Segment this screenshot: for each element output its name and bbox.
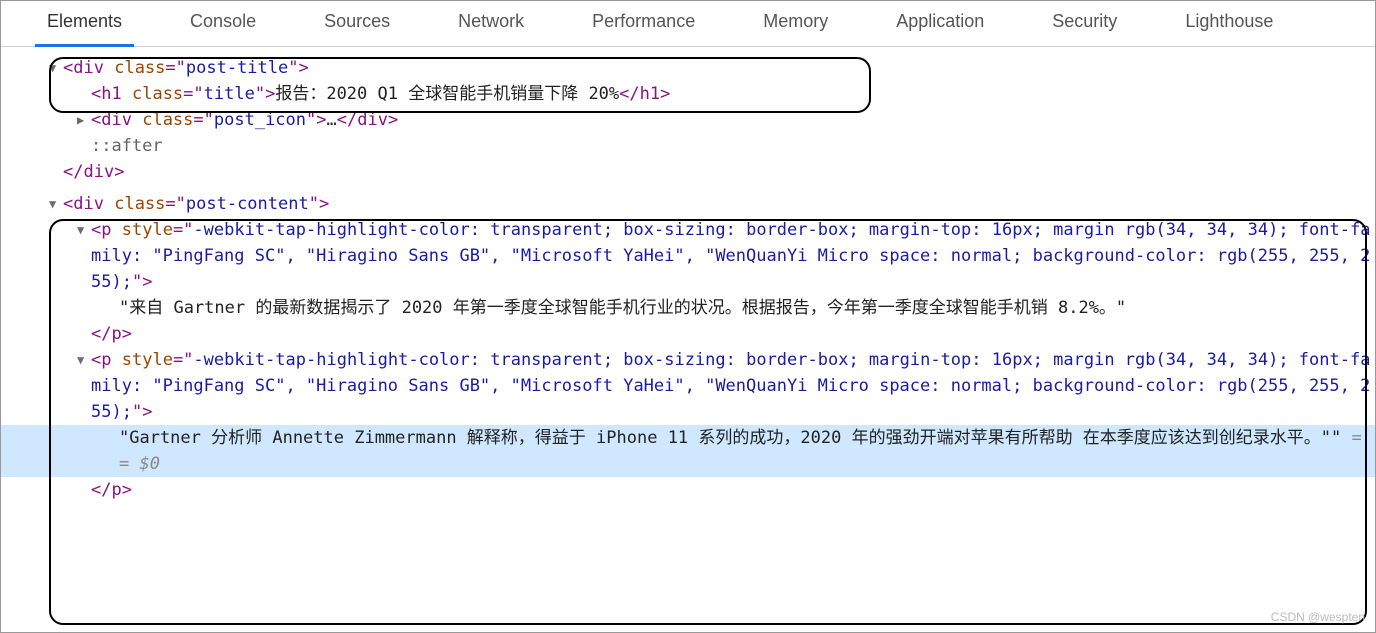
devtools-tabs: Elements Console Sources Network Perform…: [1, 1, 1375, 47]
dom-node-p2-open[interactable]: ▼<p style="-webkit-tap-highlight-color: …: [1, 347, 1375, 425]
expand-toggle-icon[interactable]: ▼: [77, 347, 91, 373]
dom-node-post-title-close[interactable]: </div>: [1, 159, 1375, 185]
expand-toggle-icon[interactable]: ▼: [49, 55, 63, 81]
expand-toggle-icon[interactable]: ▼: [49, 191, 63, 217]
dom-node-p1-close[interactable]: </p>: [1, 321, 1375, 347]
tab-memory[interactable]: Memory: [743, 1, 848, 46]
collapsed-ellipsis[interactable]: …: [327, 110, 337, 130]
dom-node-post-title-open[interactable]: ▼<div class="post-title">: [1, 55, 1375, 81]
dom-node-post-content-open[interactable]: ▼<div class="post-content">: [1, 191, 1375, 217]
tab-application[interactable]: Application: [876, 1, 1004, 46]
tab-console[interactable]: Console: [170, 1, 276, 46]
dom-node-h1-title[interactable]: <h1 class="title">报告：2020 Q1 全球智能手机销量下降 …: [1, 81, 1375, 107]
dom-node-p1-open[interactable]: ▼<p style="-webkit-tap-highlight-color: …: [1, 217, 1375, 295]
tab-network[interactable]: Network: [438, 1, 544, 46]
dom-node-p2-close[interactable]: </p>: [1, 477, 1375, 503]
tab-elements[interactable]: Elements: [27, 1, 142, 46]
expand-toggle-icon[interactable]: ▶: [77, 107, 91, 133]
elements-dom-tree[interactable]: ▼<div class="post-title"> <h1 class="tit…: [1, 47, 1375, 503]
dom-text-node-2-selected[interactable]: "Gartner 分析师 Annette Zimmermann 解释称，得益于 …: [1, 425, 1375, 477]
tab-security[interactable]: Security: [1032, 1, 1137, 46]
tab-lighthouse[interactable]: Lighthouse: [1165, 1, 1293, 46]
tab-sources[interactable]: Sources: [304, 1, 410, 46]
watermark: CSDN @wespten: [1271, 610, 1365, 624]
dom-node-after-pseudo[interactable]: ::after: [1, 133, 1375, 159]
dom-node-post-icon[interactable]: ▶<div class="post_icon">…</div>: [1, 107, 1375, 133]
expand-toggle-icon[interactable]: ▼: [77, 217, 91, 243]
tab-performance[interactable]: Performance: [572, 1, 715, 46]
dom-text-node-1[interactable]: "来自 Gartner 的最新数据揭示了 2020 年第一季度全球智能手机行业的…: [1, 295, 1375, 321]
